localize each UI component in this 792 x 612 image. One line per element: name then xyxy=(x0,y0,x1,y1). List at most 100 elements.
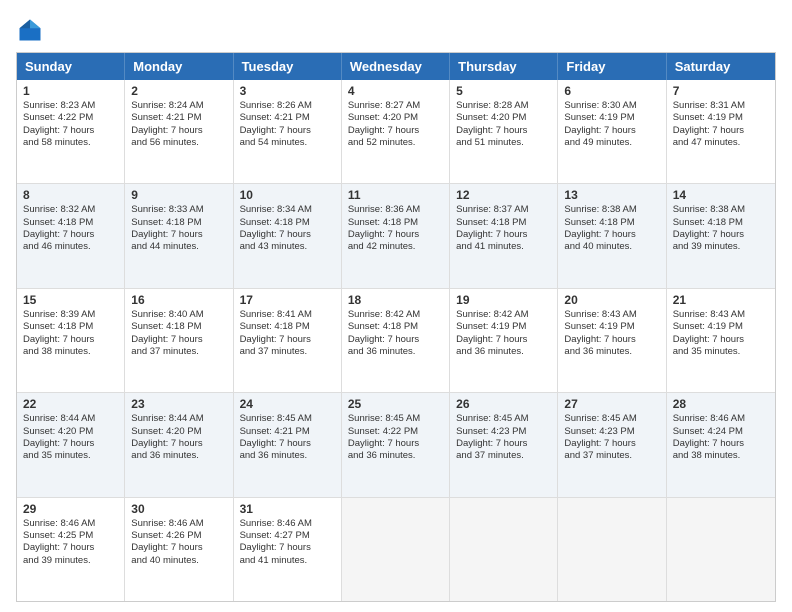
day-number: 14 xyxy=(673,188,769,202)
cell-info-line: Sunrise: 8:36 AM xyxy=(348,204,443,216)
day-number: 11 xyxy=(348,188,443,202)
calendar-row-0: 1Sunrise: 8:23 AMSunset: 4:22 PMDaylight… xyxy=(17,80,775,183)
calendar-cell-17: 17 Sunrise: 8:41 AMSunset: 4:18 PMDayligh… xyxy=(234,289,342,392)
calendar-cell-21: 21Sunrise: 8:43 AMSunset: 4:19 PMDayligh… xyxy=(667,289,775,392)
day-number: 9 xyxy=(131,188,226,202)
cell-info-line: Sunset: 4:24 PM xyxy=(673,426,769,438)
cell-info-line: Daylight: 7 hours xyxy=(23,334,118,346)
calendar-cell-2: 2Sunrise: 8:24 AMSunset: 4:21 PMDaylight… xyxy=(125,80,233,183)
calendar-cell-1: 1Sunrise: 8:23 AMSunset: 4:22 PMDaylight… xyxy=(17,80,125,183)
cell-info-line: Sunset: 4:18 PM xyxy=(131,217,226,229)
cell-info-line: Daylight: 7 hours xyxy=(564,229,659,241)
cell-info-line: Daylight: 7 hours xyxy=(673,334,769,346)
day-number: 23 xyxy=(131,397,226,411)
day-number: 31 xyxy=(240,502,335,516)
cell-info-line: Daylight: 7 hours xyxy=(23,229,118,241)
cell-info-line: and 36 minutes. xyxy=(348,450,443,462)
calendar-cell-30: 30Sunrise: 8:46 AMSunset: 4:26 PMDayligh… xyxy=(125,498,233,601)
cell-info-line: Daylight: 7 hours xyxy=(564,125,659,137)
cell-info-line: Daylight: 7 hours xyxy=(131,438,226,450)
cell-info-line: Sunrise: 8:46 AM xyxy=(673,413,769,425)
header-day-friday: Friday xyxy=(558,53,666,80)
cell-info-line: Daylight: 7 hours xyxy=(456,125,551,137)
day-number: 4 xyxy=(348,84,443,98)
cell-info-line: and 37 minutes. xyxy=(564,450,659,462)
calendar-row-2: 15Sunrise: 8:39 AMSunset: 4:18 PMDayligh… xyxy=(17,288,775,392)
calendar-cell-empty-4-4 xyxy=(450,498,558,601)
calendar-cell-26: 26Sunrise: 8:45 AMSunset: 4:23 PMDayligh… xyxy=(450,393,558,496)
calendar-cell-empty-4-6 xyxy=(667,498,775,601)
day-number: 22 xyxy=(23,397,118,411)
cell-info-line: Sunset: 4:19 PM xyxy=(564,321,659,333)
cell-info-line: Sunset: 4:19 PM xyxy=(673,321,769,333)
header-day-tuesday: Tuesday xyxy=(234,53,342,80)
cell-info-line: Daylight: 7 hours xyxy=(564,334,659,346)
cell-info-line: Daylight: 7 hours xyxy=(673,229,769,241)
header-day-monday: Monday xyxy=(125,53,233,80)
cell-info-line: and 36 minutes. xyxy=(348,346,443,358)
cell-info-line: and 35 minutes. xyxy=(673,346,769,358)
header-day-wednesday: Wednesday xyxy=(342,53,450,80)
cell-info-line: Daylight: 7 hours xyxy=(348,125,443,137)
cell-info-line: and 46 minutes. xyxy=(23,241,118,253)
cell-info-line: Sunrise: 8:45 AM xyxy=(564,413,659,425)
day-number: 24 xyxy=(240,397,335,411)
cell-info-line: Sunset: 4:23 PM xyxy=(456,426,551,438)
cell-info-line: and 36 minutes. xyxy=(240,450,335,462)
cell-info-line: Sunset: 4:18 PM xyxy=(23,217,118,229)
calendar-cell-12: 12Sunrise: 8:37 AMSunset: 4:18 PMDayligh… xyxy=(450,184,558,287)
cell-info-line: Sunrise: 8:34 AM xyxy=(240,204,335,216)
cell-info-line: Sunrise: 8:27 AM xyxy=(348,100,443,112)
calendar-body: 1Sunrise: 8:23 AMSunset: 4:22 PMDaylight… xyxy=(17,80,775,601)
calendar-cell-7: 7Sunrise: 8:31 AMSunset: 4:19 PMDaylight… xyxy=(667,80,775,183)
cell-info-line: Daylight: 7 hours xyxy=(564,438,659,450)
cell-info-line: and 37 minutes. xyxy=(240,346,335,358)
calendar-cell-6: 6Sunrise: 8:30 AMSunset: 4:19 PMDaylight… xyxy=(558,80,666,183)
cell-info-line: Daylight: 7 hours xyxy=(456,438,551,450)
cell-info-line: Daylight: 7 hours xyxy=(131,229,226,241)
cell-info-line: Sunset: 4:21 PM xyxy=(131,112,226,124)
day-number: 20 xyxy=(564,293,659,307)
cell-info-line: Sunrise: 8:26 AM xyxy=(240,100,335,112)
day-number: 15 xyxy=(23,293,118,307)
cell-info-line: Daylight: 7 hours xyxy=(456,334,551,346)
cell-info-line: Daylight: 7 hours xyxy=(348,334,443,346)
cell-info-line: Sunset: 4:18 PM xyxy=(23,321,118,333)
calendar-cell-8: 8 Sunrise: 8:32 AMSunset: 4:18 PMDaylight… xyxy=(17,184,125,287)
cell-info-line: and 43 minutes. xyxy=(240,241,335,253)
cell-info-line: Sunrise: 8:45 AM xyxy=(348,413,443,425)
cell-info-line: Sunset: 4:20 PM xyxy=(456,112,551,124)
cell-info-line: Sunset: 4:18 PM xyxy=(240,217,335,229)
cell-info-line: Sunset: 4:18 PM xyxy=(564,217,659,229)
calendar-cell-empty-4-5 xyxy=(558,498,666,601)
cell-info-line: Sunset: 4:20 PM xyxy=(23,426,118,438)
calendar-cell-empty-4-3 xyxy=(342,498,450,601)
cell-info-line: Sunrise: 8:46 AM xyxy=(131,518,226,530)
cell-info-line: Sunset: 4:26 PM xyxy=(131,530,226,542)
cell-info-line: Daylight: 7 hours xyxy=(240,334,335,346)
day-number: 26 xyxy=(456,397,551,411)
day-number: 2 xyxy=(131,84,226,98)
cell-info-line: Sunrise: 8:38 AM xyxy=(673,204,769,216)
day-number: 27 xyxy=(564,397,659,411)
cell-info-line: and 36 minutes. xyxy=(456,346,551,358)
cell-info-line: and 47 minutes. xyxy=(673,137,769,149)
cell-info-line: Sunrise: 8:41 AM xyxy=(240,309,335,321)
cell-info-line: Sunrise: 8:32 AM xyxy=(23,204,118,216)
cell-info-line: and 38 minutes. xyxy=(673,450,769,462)
cell-info-line: Sunset: 4:23 PM xyxy=(564,426,659,438)
cell-info-line: Daylight: 7 hours xyxy=(240,438,335,450)
cell-info-line: Daylight: 7 hours xyxy=(131,125,226,137)
cell-info-line: Sunset: 4:18 PM xyxy=(240,321,335,333)
calendar-cell-20: 20Sunrise: 8:43 AMSunset: 4:19 PMDayligh… xyxy=(558,289,666,392)
day-number: 19 xyxy=(456,293,551,307)
day-number: 8 xyxy=(23,188,118,202)
calendar-cell-11: 11Sunrise: 8:36 AMSunset: 4:18 PMDayligh… xyxy=(342,184,450,287)
calendar-cell-10: 10Sunrise: 8:34 AMSunset: 4:18 PMDayligh… xyxy=(234,184,342,287)
cell-info-line: and 42 minutes. xyxy=(348,241,443,253)
calendar-row-3: 22 Sunrise: 8:44 AM Sunset: 4:20 PM Dayligh… xyxy=(17,392,775,496)
cell-info-line: and 41 minutes. xyxy=(456,241,551,253)
cell-info-line: Sunrise: 8:44 AM xyxy=(131,413,226,425)
day-number: 17 xyxy=(240,293,335,307)
cell-info-line: Sunrise: 8:23 AM xyxy=(23,100,118,112)
